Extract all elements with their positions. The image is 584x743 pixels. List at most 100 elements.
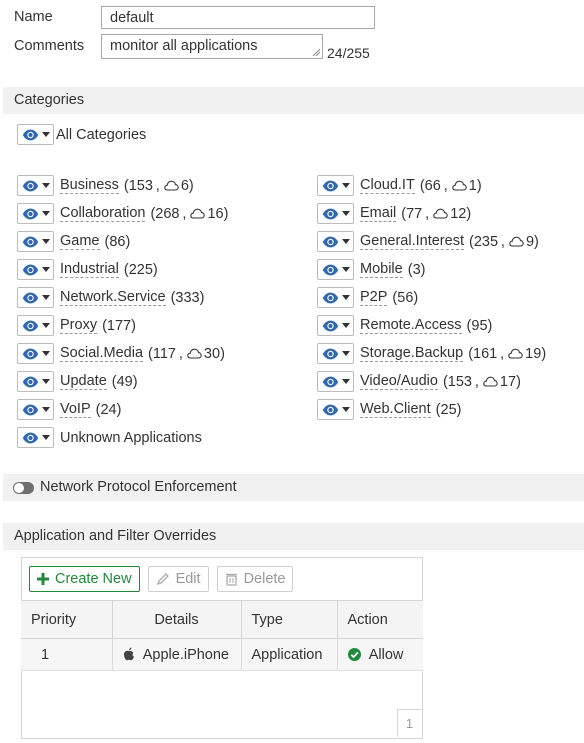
category-count: (235 , 9): [468, 233, 539, 250]
pencil-icon: [156, 573, 169, 586]
category-action-dropdown[interactable]: [317, 343, 354, 364]
category-name-link[interactable]: Email: [360, 205, 397, 222]
eye-icon: [22, 432, 38, 443]
caret-down-icon: [341, 295, 350, 300]
categories-title: Categories: [14, 92, 85, 108]
comments-label: Comments: [14, 38, 85, 54]
category-name-link[interactable]: Industrial: [60, 261, 119, 278]
caret-down-icon: [41, 323, 50, 328]
category-action-dropdown[interactable]: [17, 231, 54, 252]
category-action-dropdown[interactable]: [317, 175, 354, 196]
category-count: (77 , 12): [401, 205, 472, 222]
row-action-text: Allow: [368, 646, 404, 663]
check-circle-icon: [347, 647, 361, 661]
edit-button[interactable]: Edit: [147, 566, 209, 592]
caret-down-icon: [41, 183, 50, 188]
category-count: (3): [407, 261, 426, 278]
category-name-link[interactable]: Game: [60, 233, 100, 250]
category-action-dropdown[interactable]: [17, 203, 54, 224]
category-app-count: 56: [397, 289, 414, 306]
category-count: (95): [466, 317, 493, 334]
caret-down-icon: [41, 379, 50, 384]
category-row-cloud-it: Cloud.IT(66 , 1): [317, 175, 482, 196]
category-name-link[interactable]: Web.Client: [360, 401, 431, 418]
eye-icon: [322, 292, 338, 303]
eye-icon: [22, 180, 38, 191]
categories-section-header: Categories: [3, 87, 584, 114]
comments-text: monitor all applications: [110, 38, 258, 54]
category-row-industrial: Industrial(225): [17, 259, 158, 280]
all-categories-action-dropdown[interactable]: [17, 124, 54, 145]
category-app-count: 177: [106, 317, 132, 334]
category-app-count: 25: [440, 401, 457, 418]
category-name-link[interactable]: VoIP: [60, 401, 91, 418]
category-row-mobile: Mobile(3): [317, 259, 425, 280]
create-new-button[interactable]: Create New: [29, 566, 140, 592]
category-action-dropdown[interactable]: [17, 287, 54, 308]
all-categories-row: All Categories: [17, 124, 146, 145]
category-name-link[interactable]: Network.Service: [60, 289, 166, 306]
category-row-business: Business(153 , 6): [17, 175, 194, 196]
caret-down-icon: [341, 267, 350, 272]
column-type[interactable]: Type: [241, 600, 338, 639]
caret-down-icon: [341, 239, 350, 244]
category-action-dropdown[interactable]: [317, 259, 354, 280]
category-action-dropdown[interactable]: [317, 315, 354, 336]
category-count: (333): [170, 289, 205, 306]
category-row-email: Email(77 , 12): [317, 203, 471, 224]
category-row-storage-backup: Storage.Backup(161 , 19): [317, 343, 546, 364]
category-name-link[interactable]: Social.Media: [60, 345, 144, 362]
category-app-count: 161: [473, 345, 498, 362]
column-details[interactable]: Details: [112, 600, 242, 639]
category-name-link[interactable]: General.Interest: [360, 233, 464, 250]
category-name-link[interactable]: Update: [60, 373, 107, 390]
category-action-dropdown[interactable]: [317, 231, 354, 252]
row-action: Allow: [337, 638, 423, 671]
category-name-link[interactable]: P2P: [360, 289, 388, 306]
network-protocol-toggle[interactable]: [13, 481, 34, 494]
resize-grip-icon[interactable]: [312, 48, 320, 56]
name-input[interactable]: default: [101, 6, 375, 29]
category-name-link[interactable]: Cloud.IT: [360, 177, 415, 194]
eye-icon: [322, 376, 338, 387]
comments-textarea[interactable]: monitor all applications: [101, 34, 323, 59]
delete-button[interactable]: Delete: [216, 566, 294, 592]
category-name-link[interactable]: Video/Audio: [360, 373, 438, 390]
category-app-count: 77: [406, 205, 423, 222]
category-action-dropdown[interactable]: [17, 259, 54, 280]
cloud-icon: [190, 208, 206, 219]
category-action-dropdown[interactable]: [17, 175, 54, 196]
category-action-dropdown[interactable]: [317, 287, 354, 308]
category-name-link[interactable]: Proxy: [60, 317, 98, 334]
category-row-game: Game(86): [17, 231, 130, 252]
cloud-count-group: 1: [448, 178, 477, 194]
category-action-dropdown[interactable]: [17, 343, 54, 364]
table-row[interactable]: 1 Apple.iPhone Application Allow: [21, 638, 423, 671]
category-row-unknown: Unknown Applications: [17, 427, 202, 448]
category-name-link[interactable]: Storage.Backup: [360, 345, 464, 362]
cloud-icon: [483, 376, 498, 387]
cloud-count-group: 6: [160, 178, 189, 194]
category-name-link[interactable]: Mobile: [360, 261, 403, 278]
category-app-count: 225: [128, 261, 153, 278]
category-app-count: 66: [424, 177, 441, 194]
category-action-dropdown[interactable]: [17, 399, 54, 420]
category-count: (153 , 6): [123, 177, 194, 194]
overrides-title: Application and Filter Overrides: [14, 528, 217, 544]
category-action-dropdown[interactable]: [17, 371, 54, 392]
page-indicator[interactable]: 1: [397, 709, 421, 737]
overrides-section-header: Application and Filter Overrides: [3, 523, 584, 550]
category-name-link[interactable]: Business: [60, 177, 119, 194]
network-protocol-section: Network Protocol Enforcement: [3, 474, 584, 501]
category-action-dropdown[interactable]: [317, 203, 354, 224]
category-cloud-count: 19: [525, 345, 542, 362]
column-priority[interactable]: Priority: [21, 600, 113, 639]
category-name-link[interactable]: Remote.Access: [360, 317, 462, 334]
cloud-icon: [433, 208, 448, 219]
category-action-dropdown[interactable]: [317, 399, 354, 420]
category-action-dropdown[interactable]: [317, 371, 354, 392]
category-action-dropdown[interactable]: [17, 315, 54, 336]
unknown-action-dropdown[interactable]: [17, 427, 54, 448]
category-name-link[interactable]: Collaboration: [60, 205, 146, 222]
column-action[interactable]: Action: [337, 600, 423, 639]
